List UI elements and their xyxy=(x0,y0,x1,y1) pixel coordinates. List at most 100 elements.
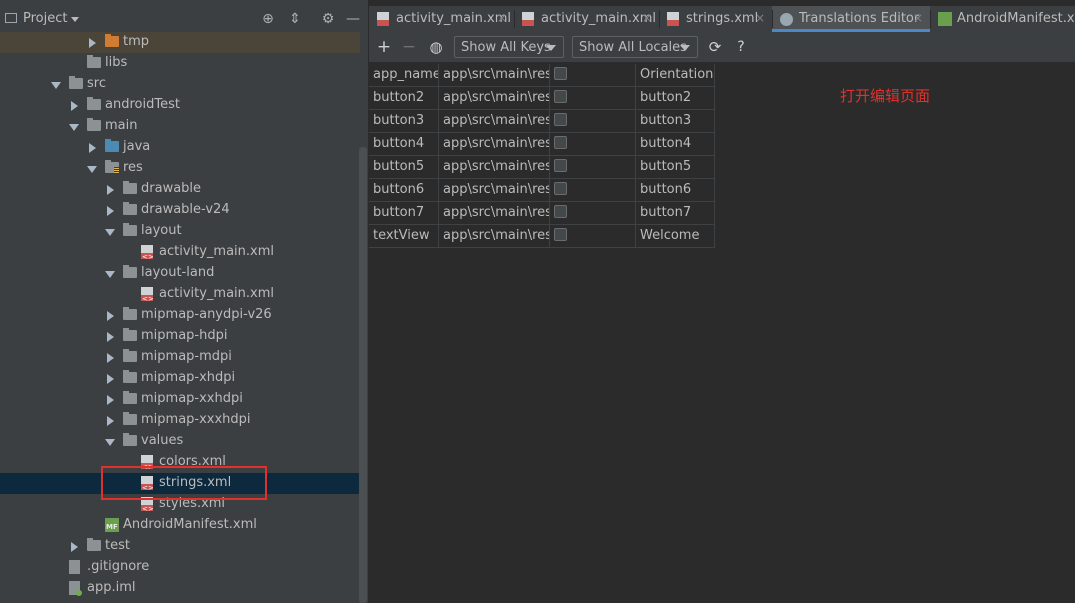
tree-item[interactable]: layout-land xyxy=(0,263,360,284)
expanded-arrow-icon[interactable] xyxy=(105,229,115,236)
tree-scrollbar[interactable] xyxy=(359,147,367,603)
collapsed-arrow-icon[interactable] xyxy=(107,374,114,384)
tree-item[interactable]: drawable xyxy=(0,179,360,200)
tree-item[interactable]: mipmap-xxhdpi xyxy=(0,389,360,410)
hide-panel-icon[interactable]: — xyxy=(345,11,361,27)
default-value-cell[interactable]: button7 xyxy=(636,202,715,225)
close-tab-icon[interactable]: × xyxy=(497,11,507,25)
add-key-button[interactable]: + xyxy=(374,37,394,57)
expanded-arrow-icon[interactable] xyxy=(51,82,61,89)
tree-item[interactable]: mipmap-anydpi-v26 xyxy=(0,305,360,326)
editor-tab[interactable]: Translations Editor × xyxy=(772,6,930,32)
default-value-cell[interactable]: button6 xyxy=(636,179,715,202)
table-row[interactable]: button5 app\src\main\res button5 xyxy=(369,156,715,179)
collapsed-arrow-icon[interactable] xyxy=(107,185,114,195)
collapsed-arrow-icon[interactable] xyxy=(107,416,114,426)
expanded-arrow-icon[interactable] xyxy=(105,271,115,278)
untranslatable-checkbox[interactable] xyxy=(554,136,567,149)
scroll-from-source-icon[interactable]: ⊕ xyxy=(260,11,276,27)
table-row[interactable]: button6 app\src\main\res button6 xyxy=(369,179,715,202)
default-value-cell[interactable]: button2 xyxy=(636,87,715,110)
resource-folder-cell[interactable]: app\src\main\res xyxy=(439,133,550,156)
table-row[interactable]: button7 app\src\main\res button7 xyxy=(369,202,715,225)
resource-folder-cell[interactable]: app\src\main\res xyxy=(439,202,550,225)
tree-item[interactable]: androidTest xyxy=(0,95,360,116)
chevron-down-icon[interactable] xyxy=(71,17,79,22)
close-tab-icon[interactable]: × xyxy=(755,11,765,25)
tree-item[interactable]: res xyxy=(0,158,360,179)
key-cell[interactable]: textView xyxy=(369,225,439,248)
key-cell[interactable]: button6 xyxy=(369,179,439,202)
locales-filter-dropdown[interactable]: Show All Locales xyxy=(572,36,698,58)
expanded-arrow-icon[interactable] xyxy=(87,166,97,173)
collapsed-arrow-icon[interactable] xyxy=(71,101,78,111)
tree-item[interactable]: activity_main.xml xyxy=(0,284,360,305)
table-row[interactable]: textView app\src\main\res Welcome xyxy=(369,225,715,248)
table-row[interactable]: app_name app\src\main\res Orientation xyxy=(369,64,715,87)
untranslatable-checkbox[interactable] xyxy=(554,67,567,80)
tree-item[interactable]: tmp xyxy=(0,32,360,53)
collapsed-arrow-icon[interactable] xyxy=(107,395,114,405)
default-value-cell[interactable]: button5 xyxy=(636,156,715,179)
tree-item[interactable]: drawable-v24 xyxy=(0,200,360,221)
untranslatable-checkbox[interactable] xyxy=(554,228,567,241)
resource-folder-cell[interactable]: app\src\main\res xyxy=(439,87,550,110)
editor-tab[interactable]: AndroidManifest.xml xyxy=(930,6,1075,32)
untranslatable-checkbox[interactable] xyxy=(554,182,567,195)
collapsed-arrow-icon[interactable] xyxy=(89,38,96,48)
tree-item[interactable]: libs xyxy=(0,53,360,74)
tree-item[interactable]: test xyxy=(0,536,360,557)
resource-folder-cell[interactable]: app\src\main\res xyxy=(439,156,550,179)
tree-item[interactable]: AndroidManifest.xml xyxy=(0,515,360,536)
collapsed-arrow-icon[interactable] xyxy=(71,542,78,552)
help-button[interactable]: ? xyxy=(731,37,751,57)
keys-filter-dropdown[interactable]: Show All Keys xyxy=(454,36,564,58)
close-tab-icon[interactable]: × xyxy=(642,11,652,25)
expanded-arrow-icon[interactable] xyxy=(105,439,115,446)
tree-item[interactable]: mipmap-xxxhdpi xyxy=(0,410,360,431)
untranslatable-checkbox[interactable] xyxy=(554,90,567,103)
untranslatable-checkbox[interactable] xyxy=(554,113,567,126)
project-view-selector[interactable]: Project xyxy=(23,11,67,26)
collapse-all-icon[interactable]: ⇕ xyxy=(287,11,303,27)
resource-folder-cell[interactable]: app\src\main\res xyxy=(439,225,550,248)
key-cell[interactable]: button5 xyxy=(369,156,439,179)
table-row[interactable]: button4 app\src\main\res button4 xyxy=(369,133,715,156)
untranslatable-checkbox[interactable] xyxy=(554,159,567,172)
editor-tab[interactable]: activity_main.xml × xyxy=(514,6,659,32)
key-cell[interactable]: button4 xyxy=(369,133,439,156)
tree-item[interactable]: layout xyxy=(0,221,360,242)
tree-item[interactable]: src xyxy=(0,74,360,95)
tree-item[interactable]: values xyxy=(0,431,360,452)
expanded-arrow-icon[interactable] xyxy=(69,124,79,131)
add-locale-globe-icon[interactable]: ◍ xyxy=(426,37,446,57)
editor-tab[interactable]: activity_main.xml × xyxy=(369,6,514,32)
tree-item[interactable]: main xyxy=(0,116,360,137)
tree-item[interactable]: .gitignore xyxy=(0,557,360,578)
tree-item[interactable]: activity_main.xml xyxy=(0,242,360,263)
tree-item[interactable]: mipmap-hdpi xyxy=(0,326,360,347)
default-value-cell[interactable]: Welcome xyxy=(636,225,715,248)
default-value-cell[interactable]: button3 xyxy=(636,110,715,133)
tree-item[interactable]: app.iml xyxy=(0,578,360,599)
reload-icon[interactable]: ⟳ xyxy=(705,37,725,57)
collapsed-arrow-icon[interactable] xyxy=(107,332,114,342)
table-row[interactable]: button3 app\src\main\res button3 xyxy=(369,110,715,133)
table-row[interactable]: button2 app\src\main\res button2 xyxy=(369,87,715,110)
collapsed-arrow-icon[interactable] xyxy=(107,311,114,321)
key-cell[interactable]: app_name xyxy=(369,64,439,87)
resource-folder-cell[interactable]: app\src\main\res xyxy=(439,64,550,87)
resource-folder-cell[interactable]: app\src\main\res xyxy=(439,179,550,202)
close-tab-icon[interactable]: × xyxy=(913,11,923,25)
editor-tab[interactable]: strings.xml × xyxy=(659,6,772,32)
collapsed-arrow-icon[interactable] xyxy=(89,143,96,153)
collapsed-arrow-icon[interactable] xyxy=(107,353,114,363)
resource-folder-cell[interactable]: app\src\main\res xyxy=(439,110,550,133)
tree-item[interactable]: java xyxy=(0,137,360,158)
tree-item[interactable]: mipmap-mdpi xyxy=(0,347,360,368)
default-value-cell[interactable]: button4 xyxy=(636,133,715,156)
key-cell[interactable]: button2 xyxy=(369,87,439,110)
untranslatable-checkbox[interactable] xyxy=(554,205,567,218)
key-cell[interactable]: button7 xyxy=(369,202,439,225)
key-cell[interactable]: button3 xyxy=(369,110,439,133)
